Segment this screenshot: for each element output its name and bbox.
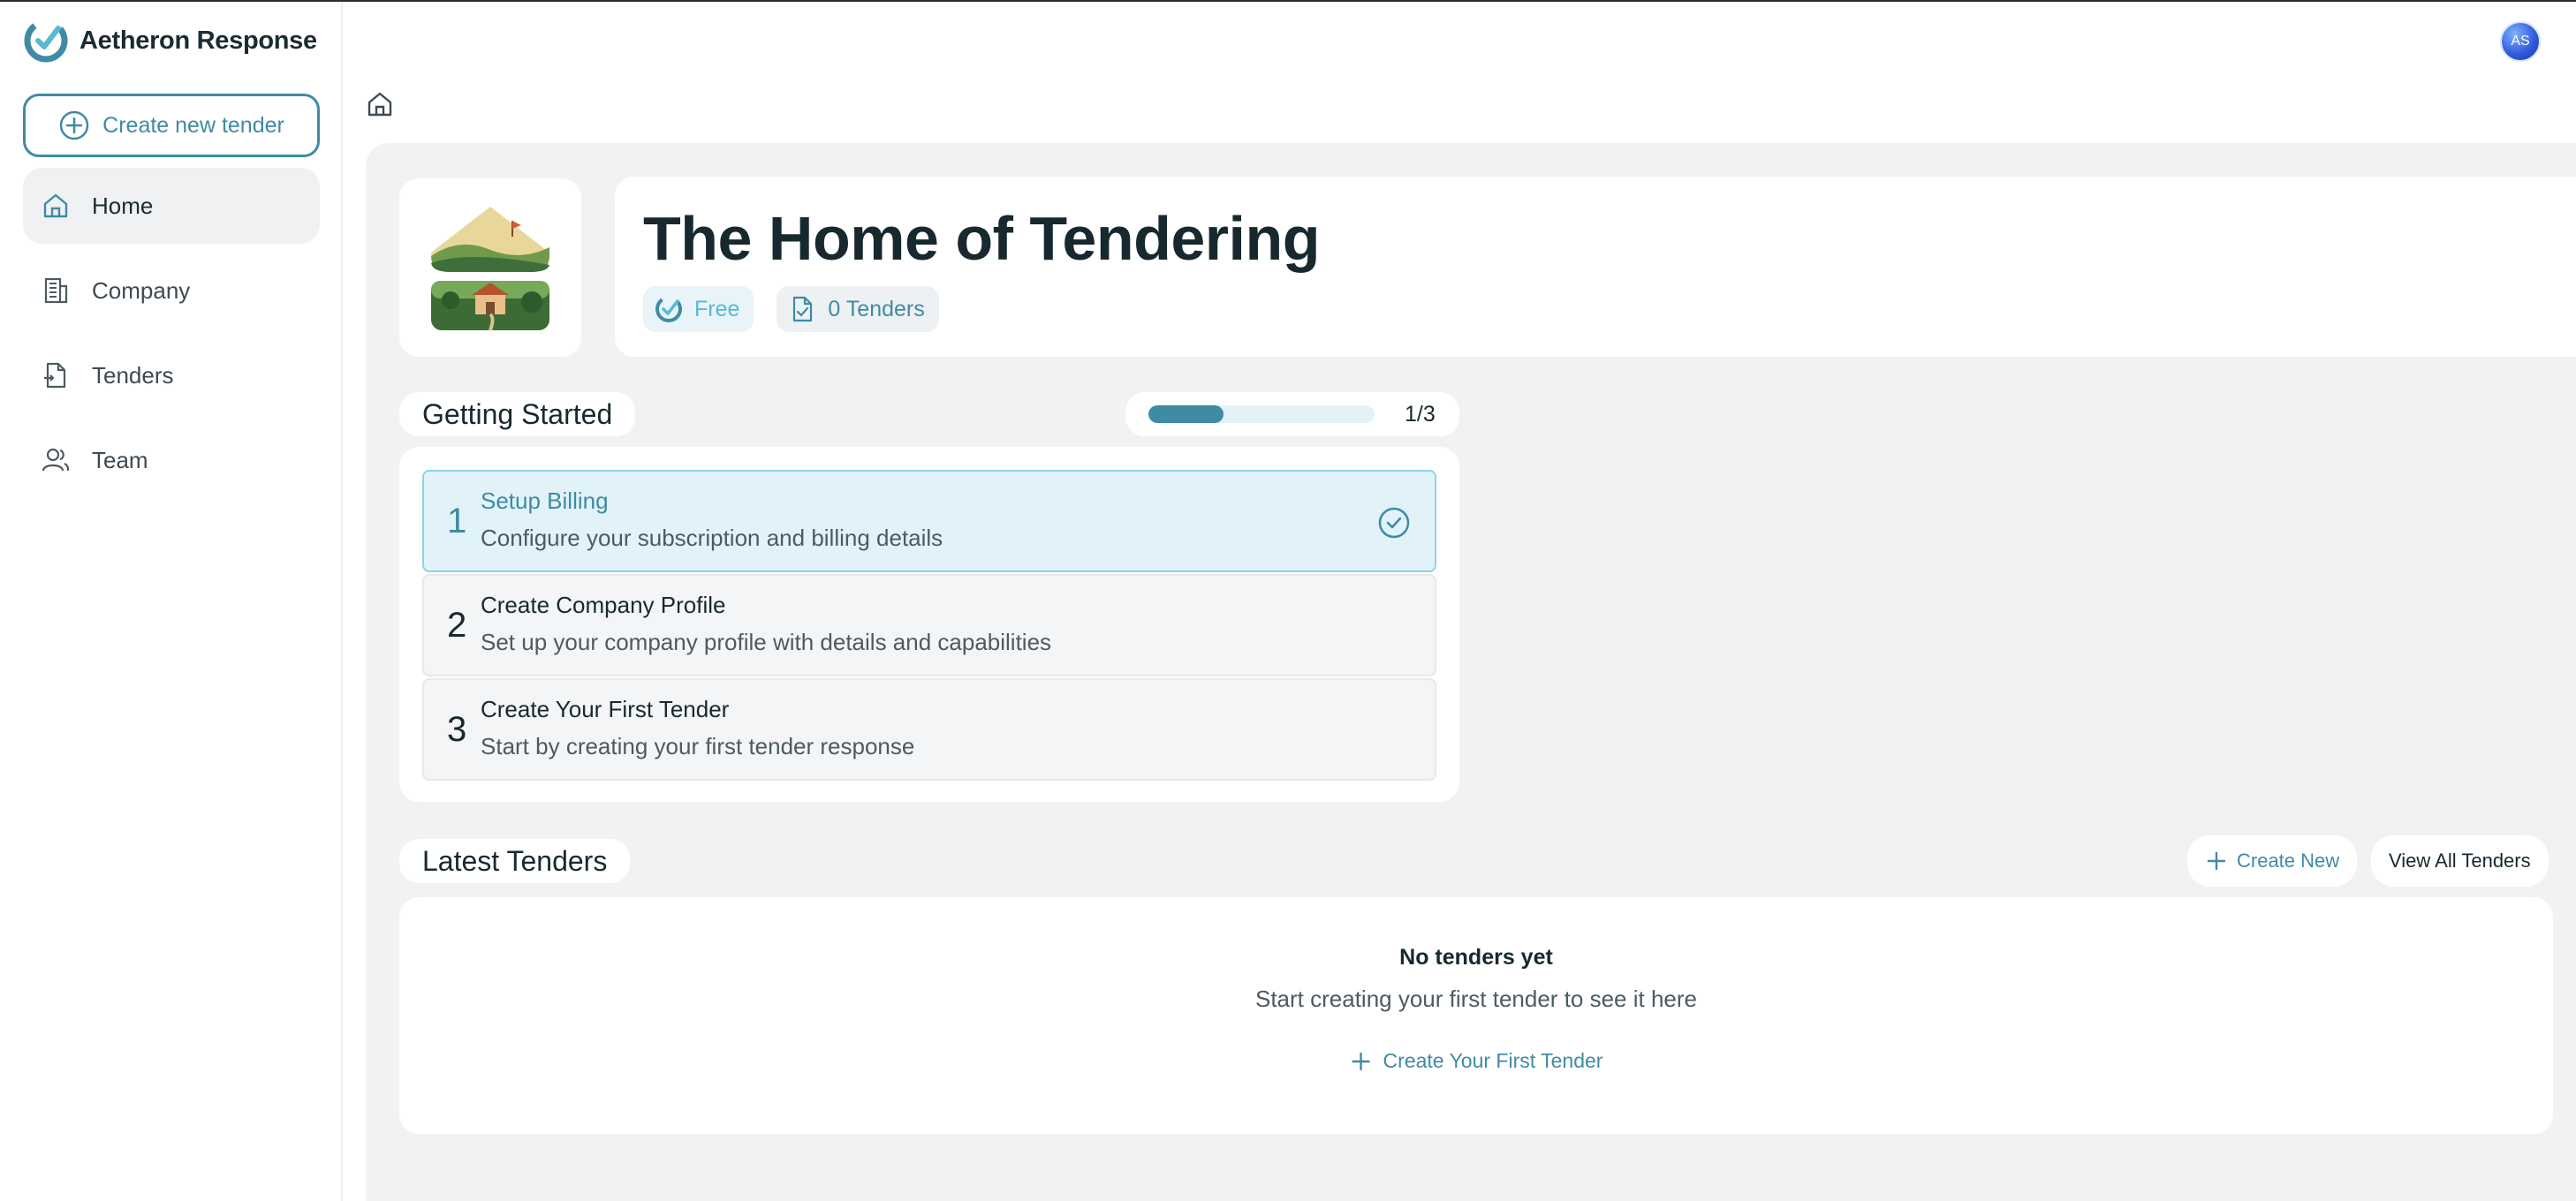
logo-check-icon <box>24 19 68 63</box>
getting-started-heading: Getting Started <box>399 392 636 436</box>
plan-label: Free <box>694 296 740 321</box>
step-title: Setup Billing <box>481 487 609 514</box>
create-new-tender-label: Create new tender <box>102 112 284 138</box>
sidebar-item-company[interactable]: Company <box>23 253 320 329</box>
tenders-count-badge: 0 Tenders <box>777 286 939 332</box>
tenders-count-label: 0 Tenders <box>828 296 925 321</box>
sidebar-item-label: Team <box>92 446 148 473</box>
sidebar: Aetheron Response Create new tender Home… <box>0 2 343 1201</box>
landscape-illustration <box>431 207 549 331</box>
step-number: 3 <box>447 710 467 749</box>
users-icon <box>42 448 70 472</box>
sidebar-item-label: Tenders <box>92 361 174 389</box>
plus-circle-icon <box>59 110 89 140</box>
user-avatar[interactable]: AS <box>2500 21 2541 62</box>
step-description: Configure your subscription and billing … <box>481 525 943 551</box>
sidebar-item-home[interactable]: Home <box>23 168 320 244</box>
progress-bar-track <box>1148 405 1375 423</box>
progress-text: 1/3 <box>1405 401 1436 427</box>
step-title: Create Company Profile <box>481 592 726 618</box>
create-new-tender-button[interactable]: Create new tender <box>23 94 320 157</box>
document-icon <box>44 362 66 389</box>
plan-badge: Free <box>643 286 754 332</box>
home-icon <box>43 193 68 218</box>
breadcrumb-home-icon[interactable] <box>364 88 396 120</box>
hero-badges: Free 0 Tenders <box>643 286 939 332</box>
brand[interactable]: Aetheron Response <box>23 18 317 64</box>
create-first-tender-label: Create Your First Tender <box>1383 1049 1603 1072</box>
step-description: Set up your company profile with details… <box>481 629 1052 655</box>
step-create-company-profile[interactable]: 2 Create Company Profile Set up your com… <box>422 574 1436 676</box>
hero-card: The Home of Tendering Free 0 Tenders <box>615 177 2576 357</box>
create-new-button[interactable]: Create New <box>2187 835 2358 887</box>
plus-icon <box>2207 851 2226 871</box>
step-number: 1 <box>447 502 467 540</box>
step-setup-billing[interactable]: 1 Setup Billing Configure your subscript… <box>422 470 1436 572</box>
page-title: The Home of Tendering <box>643 204 1321 273</box>
empty-title: No tenders yet <box>1399 945 1553 970</box>
sidebar-nav: Home Company Tenders Team <box>23 168 320 507</box>
check-circle-icon <box>655 296 682 322</box>
create-new-label: Create New <box>2237 850 2340 872</box>
empty-subtitle: Start creating your first tender to see … <box>1254 986 1698 1012</box>
step-number: 2 <box>447 606 467 645</box>
sidebar-item-team[interactable]: Team <box>23 422 320 498</box>
step-description: Start by creating your first tender resp… <box>481 733 915 759</box>
progress-bar-fill <box>1148 405 1224 423</box>
hero-illustration-card <box>399 178 581 357</box>
step-create-first-tender[interactable]: 3 Create Your First Tender Start by crea… <box>422 678 1436 781</box>
getting-started-steps: 1 Setup Billing Configure your subscript… <box>399 447 1459 802</box>
onboarding-progress: 1/3 <box>1125 392 1459 436</box>
step-title: Create Your First Tender <box>481 696 730 722</box>
plus-icon <box>1352 1052 1370 1070</box>
latest-tenders-heading: Latest Tenders <box>399 839 631 883</box>
app-name: Aetheron Response <box>80 26 317 55</box>
building-icon <box>44 277 68 304</box>
create-first-tender-link[interactable]: Create Your First Tender <box>1350 1049 1603 1073</box>
document-check-icon <box>793 296 813 322</box>
view-all-tenders-button[interactable]: View All Tenders <box>2371 835 2549 887</box>
latest-tenders-empty-state: No tenders yet Start creating your first… <box>399 897 2553 1134</box>
window-top-border <box>0 0 2576 2</box>
sidebar-item-label: Company <box>92 276 191 304</box>
sidebar-item-tenders[interactable]: Tenders <box>23 337 320 413</box>
sidebar-item-label: Home <box>92 192 154 219</box>
check-circle-icon <box>1378 507 1410 539</box>
main-content: The Home of Tendering Free 0 Tenders Get… <box>366 143 2576 1201</box>
